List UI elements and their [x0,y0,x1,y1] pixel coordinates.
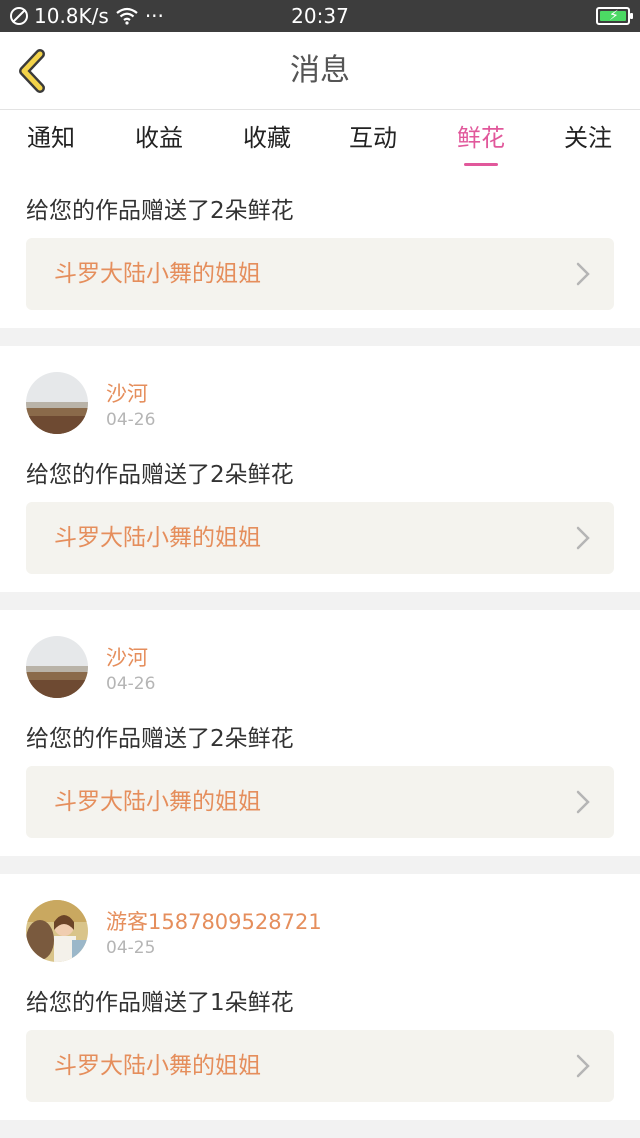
battery-charging-icon: ⚡ [596,7,633,25]
tab-bar: 通知 收益 收藏 互动 鲜花 关注 [0,110,640,174]
message-text: 给您的作品赠送了2朵鲜花 [26,726,294,752]
work-link[interactable]: 斗罗大陆小舞的姐姐 [26,238,614,310]
message-card: 沙河 04-26 给您的作品赠送了2朵鲜花 斗罗大陆小舞的姐姐 [0,346,640,592]
tab-earnings[interactable]: 收益 [109,110,209,174]
message-card: 游客1587809528721 04-25 给您的作品赠送了1朵鲜花 斗罗大陆小… [0,874,640,1120]
message-text: 给您的作品赠送了2朵鲜花 [26,198,294,224]
tab-interaction[interactable]: 互动 [323,110,423,174]
work-title: 斗罗大陆小舞的姐姐 [54,1053,261,1079]
avatar[interactable] [26,372,88,434]
page-title: 消息 [290,53,350,88]
message-date: 04-25 [106,938,156,958]
chevron-right-icon [576,262,590,286]
avatar-image [26,900,88,962]
avatar-image [26,636,88,698]
message-date: 04-26 [106,674,156,694]
chevron-left-icon [19,49,45,93]
chevron-right-icon [576,526,590,550]
work-link[interactable]: 斗罗大陆小舞的姐姐 [26,1030,614,1102]
status-right: ⚡ [596,0,633,32]
back-button[interactable] [12,46,56,96]
message-date: 04-26 [106,410,156,430]
status-bar: 10.8K/s ··· 20:37 ⚡ [0,0,640,32]
message-card: 沙河 04-26 给您的作品赠送了2朵鲜花 斗罗大陆小舞的姐姐 [0,610,640,856]
user-name[interactable]: 游客1587809528721 [106,906,322,936]
work-title: 斗罗大陆小舞的姐姐 [54,525,261,551]
work-title: 斗罗大陆小舞的姐姐 [54,261,261,287]
avatar-image [26,372,88,434]
user-name[interactable]: 沙河 [106,642,148,672]
message-card: 给您的作品赠送了2朵鲜花 斗罗大陆小舞的姐姐 [0,174,640,328]
message-text: 给您的作品赠送了2朵鲜花 [26,462,294,488]
nav-header: 消息 [0,32,640,110]
clock: 20:37 [291,4,349,28]
work-link[interactable]: 斗罗大陆小舞的姐姐 [26,766,614,838]
active-tab-indicator [464,163,498,166]
tab-favorites[interactable]: 收藏 [217,110,317,174]
chevron-right-icon [576,1054,590,1078]
tab-follow[interactable]: 关注 [538,110,638,174]
avatar[interactable] [26,636,88,698]
chevron-right-icon [576,790,590,814]
work-link[interactable]: 斗罗大陆小舞的姐姐 [26,502,614,574]
tab-notice[interactable]: 通知 [1,110,101,174]
user-name[interactable]: 沙河 [106,378,148,408]
work-title: 斗罗大陆小舞的姐姐 [54,789,261,815]
message-text: 给您的作品赠送了1朵鲜花 [26,990,294,1016]
avatar[interactable] [26,900,88,962]
